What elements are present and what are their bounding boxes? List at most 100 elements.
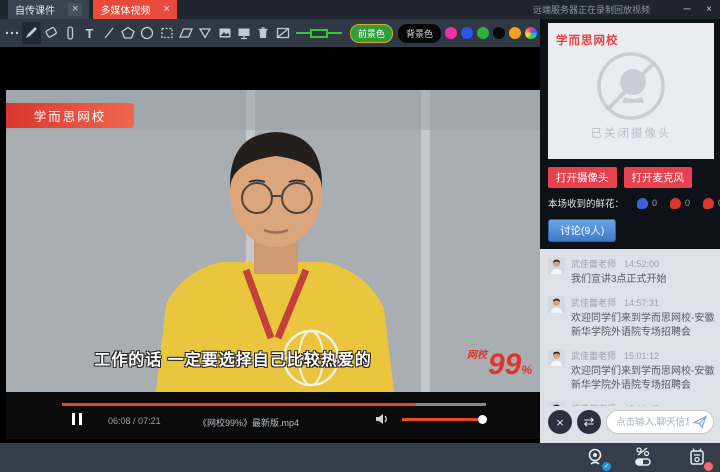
tab-multimedia-video-label: 多媒体视频 (100, 2, 150, 17)
flower-group-red-1: 0 (670, 198, 690, 209)
pentagon-icon (120, 25, 136, 41)
video-watermark: 网校 99 % (467, 346, 532, 378)
percent-pill-icon (632, 447, 654, 467)
watermark-percent: % (521, 363, 532, 377)
line-width-preview[interactable] (296, 29, 342, 38)
foreground-color-button[interactable]: 前景色 (350, 24, 393, 43)
line-icon (101, 25, 117, 41)
more-icon (4, 25, 20, 41)
color-swatch-black[interactable] (493, 27, 505, 39)
clear-screen-button[interactable] (274, 22, 292, 44)
performance-button[interactable] (632, 447, 656, 469)
camera-off-label: 已关闭摄像头 (548, 125, 714, 141)
message-header: 武佳蕾老师 15:01:12 (571, 349, 717, 362)
eraser-tool-button[interactable] (42, 22, 60, 44)
tab-courseware[interactable]: 自传课件 × (8, 0, 89, 19)
close-chat-button[interactable]: × (548, 410, 572, 434)
open-mic-button[interactable]: 打开麦克风 (624, 167, 693, 188)
avatar (548, 257, 565, 274)
ellipse-tool-button[interactable] (138, 22, 156, 44)
message-text: 我们宣讲3点正式开始 (571, 273, 717, 287)
message-body: 武佳蕾老师 15:01:12 欢迎同学们来到学而思网校-安徽新华学院外语院专场招聘… (571, 349, 717, 393)
recorder-status-button[interactable] (686, 447, 710, 469)
delete-button[interactable] (254, 22, 272, 44)
camera-status-badge: ✓ (602, 462, 611, 471)
video-brand-banner: 学而思网校 (6, 103, 134, 128)
swap-view-button[interactable]: ⇄ (577, 410, 601, 434)
camera-disabled-icon (594, 49, 668, 128)
background-color-button[interactable]: 背景色 (398, 24, 441, 43)
line-width-left (296, 32, 310, 34)
color-swatch-orange[interactable] (509, 27, 521, 39)
laser-pointer-tool-button[interactable] (61, 22, 79, 44)
time-display: 06:08 / 07:21 (108, 416, 161, 426)
sender-name: 武佳蕾老师 (571, 298, 616, 308)
volume-mute-button[interactable] (374, 412, 390, 431)
video-filename: 《网校99%》最新版.mp4 (198, 416, 299, 429)
recording-status-text: 远端服务器正在录制回放视频 (533, 3, 650, 16)
flower-count: 0 (652, 198, 657, 208)
flower-group-red-2: 0 (703, 198, 720, 209)
message-time: 14:52:00 (624, 259, 659, 269)
laser-pointer-icon (62, 25, 78, 41)
text-tool-button[interactable]: T (80, 22, 98, 44)
tab-multimedia-video[interactable]: 多媒体视频 × (93, 0, 176, 19)
insert-image-button[interactable] (216, 22, 234, 44)
bottom-status-bar: ✓ (0, 443, 720, 472)
chat-message: 武佳蕾老师14:57:31 欢迎同学们来到学而思网校-安徽新华学院外语院专场招聘… (548, 296, 714, 340)
volume-knob[interactable] (478, 415, 487, 424)
color-swatch-custom[interactable] (525, 27, 537, 39)
pen-tool-button[interactable] (22, 22, 40, 44)
line-tool-button[interactable] (100, 22, 118, 44)
close-button[interactable]: × (698, 0, 720, 19)
text-tool-icon: T (86, 26, 94, 41)
message-text: 欢迎同学们来到学而思网校-安徽新华学院外语院专场招聘会 (571, 312, 717, 340)
tab-courseware-close-icon[interactable]: × (68, 3, 82, 16)
panel-brand-logo: 学而思网校 (556, 32, 619, 48)
chat-message: 武佳蕾老师 15:01:12 欢迎同学们来到学而思网校-安徽新华学院外语院专场招聘… (548, 349, 714, 393)
volume-slider[interactable] (402, 418, 482, 421)
triangle-tool-button[interactable] (196, 22, 214, 44)
message-header: 武佳蕾老师 14:52:00 (571, 257, 717, 270)
progress-bar[interactable] (62, 403, 486, 406)
video-player-area: 学而思网校 工作的话 一定要选择自己比较热爱的 网校 99 % 06:08 / … (0, 47, 540, 443)
color-swatch-magenta[interactable] (445, 27, 457, 39)
ellipse-icon (139, 25, 155, 41)
progress-fill (62, 403, 416, 406)
triangle-icon (197, 25, 213, 41)
drawing-toolbar: T (0, 19, 540, 47)
sender-name: 武佳蕾老师 (571, 351, 616, 361)
sender-name: 武佳蕾老师 (571, 259, 616, 269)
pen-icon (23, 25, 39, 41)
tab-multimedia-video-close-icon[interactable]: × (163, 4, 169, 15)
flower-group-blue: 0 (637, 198, 657, 209)
chat-input-row: × ⇄ (540, 406, 720, 443)
open-camera-button[interactable]: 打开摄像头 (548, 167, 617, 188)
parallelogram-icon (178, 25, 194, 41)
color-swatch-green[interactable] (477, 27, 489, 39)
flower-count: 0 (685, 198, 690, 208)
tab-courseware-label: 自传课件 (15, 2, 55, 17)
camera-preview-box: 学而思网校 已关闭摄像头 (548, 23, 714, 159)
select-rect-tool-button[interactable] (158, 22, 176, 44)
camera-status-button[interactable]: ✓ (584, 447, 608, 469)
parallelogram-tool-button[interactable] (177, 22, 195, 44)
message-body: 武佳蕾老师14:57:31 欢迎同学们来到学而思网校-安徽新华学院外语院专场招聘… (571, 296, 717, 340)
player-controls: 06:08 / 07:21 《网校99%》最新版.mp4 (6, 392, 540, 439)
red-flower-icon (670, 198, 681, 209)
message-time: 15:01:12 (624, 351, 659, 361)
recorder-status-badge (704, 462, 713, 471)
pentagon-tool-button[interactable] (119, 22, 137, 44)
discussion-button[interactable]: 讨论(9人) (548, 219, 616, 242)
video-subtitle: 工作的话 一定要选择自己比较热爱的 (26, 346, 440, 370)
more-tools-button[interactable] (3, 22, 21, 44)
minimize-button[interactable]: ─ (676, 0, 698, 19)
screen-share-button[interactable] (235, 22, 253, 44)
send-message-button[interactable] (693, 415, 707, 434)
avatar (548, 296, 565, 313)
pause-button[interactable] (72, 413, 82, 425)
color-swatch-blue[interactable] (461, 27, 473, 39)
right-panel: 学而思网校 已关闭摄像头 打开摄像头 打开麦克风 本场收到的鲜花： 0 0 0 (540, 19, 720, 443)
message-header: 武佳蕾老师14:57:31 (571, 296, 717, 309)
message-text: 欢迎同学们来到学而思网校-安徽新华学院外语院专场招聘会 (571, 365, 717, 393)
